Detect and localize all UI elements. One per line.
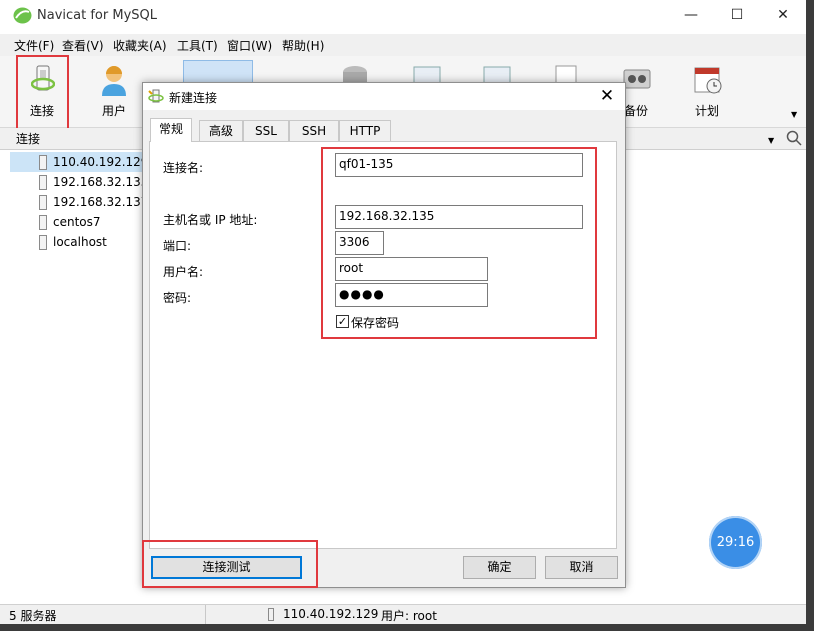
schedule-tool-button[interactable]: 计划: [677, 58, 737, 124]
tree-item-label: 192.168.32.137: [53, 195, 149, 209]
search-icon[interactable]: [786, 130, 802, 146]
status-user: 用户: root: [381, 609, 437, 623]
tree-item[interactable]: 192.168.32.135: [10, 172, 148, 192]
tab-ssh[interactable]: SSH: [289, 120, 339, 142]
desktop-edge: [806, 0, 814, 631]
window-icon: [413, 66, 441, 85]
query-tool-button[interactable]: [552, 64, 582, 85]
status-bar: 5 服务器 110.40.192.129 用户: root: [0, 604, 806, 625]
general-tab-panel: 连接名: qf01-135 主机名或 IP 地址: 192.168.32.135…: [149, 141, 617, 549]
server-icon: [39, 235, 47, 250]
cancel-button[interactable]: 取消: [545, 556, 618, 579]
database-icon: [343, 66, 367, 84]
new-connection-dialog: 新建连接 ✕ 常规 高级 SSL SSH HTTP 连接名: qf01-135 …: [142, 82, 626, 588]
maximize-button[interactable]: ☐: [714, 0, 760, 31]
tree-item[interactable]: centos7: [10, 212, 144, 232]
desktop-edge: [0, 624, 814, 631]
ok-button[interactable]: 确定: [463, 556, 536, 579]
tree-item-label: localhost: [53, 235, 107, 249]
table-tool-button[interactable]: [183, 60, 253, 84]
function-tool-button[interactable]: [412, 64, 442, 85]
dialog-title: 新建连接: [169, 91, 218, 105]
schedule-icon: [694, 67, 722, 94]
connection-tree: 110.40.192.129 192.168.32.135 192.168.32…: [10, 150, 148, 602]
username-label: 用户名:: [163, 265, 204, 279]
tree-item[interactable]: 192.168.32.137: [10, 192, 148, 212]
status-divider: [205, 605, 206, 625]
dialog-close-button[interactable]: ✕: [595, 85, 619, 107]
tree-item-label: centos7: [53, 215, 101, 229]
server-icon: [39, 195, 47, 210]
backup-icon: [623, 69, 651, 89]
conn-name-label: 连接名:: [163, 161, 204, 175]
tab-ssl[interactable]: SSL: [243, 120, 289, 142]
toolbar-more-icon[interactable]: ▼: [791, 110, 797, 119]
server-icon: [39, 175, 47, 190]
user-tool-label: 用户: [101, 104, 126, 118]
minimize-button[interactable]: —: [668, 0, 714, 31]
host-label: 主机名或 IP 地址:: [163, 213, 258, 227]
schedule-tool-label: 计划: [694, 104, 719, 118]
server-icon: [268, 608, 274, 621]
server-count: 5 服务器: [9, 609, 57, 623]
title-bar: Navicat for MySQL — ☐ ✕: [0, 0, 806, 32]
server-icon: [39, 155, 47, 170]
tab-http[interactable]: HTTP: [339, 120, 391, 142]
grid-icon: [483, 66, 511, 85]
filter-dropdown-icon[interactable]: ▼: [768, 136, 774, 145]
password-label: 密码:: [163, 291, 192, 305]
event-tool-button[interactable]: [482, 64, 512, 85]
tab-general[interactable]: 常规: [150, 118, 192, 142]
timer-badge[interactable]: 29:16: [709, 516, 762, 569]
tab-advanced[interactable]: 高级: [199, 120, 243, 142]
port-label: 端口:: [163, 239, 192, 253]
server-icon: [39, 215, 47, 230]
menu-file[interactable]: 文件(F): [14, 37, 54, 54]
menu-view[interactable]: 查看(V): [62, 37, 104, 54]
connect-highlight-box: [16, 55, 69, 132]
tree-item-label: 192.168.32.135: [53, 175, 149, 189]
tree-item[interactable]: localhost: [10, 232, 144, 252]
menu-tools[interactable]: 工具(T): [177, 37, 218, 54]
report-icon: [555, 65, 577, 85]
new-connection-icon: [148, 89, 164, 103]
tree-item-label: 110.40.192.129: [53, 155, 149, 169]
view-tool-button[interactable]: [340, 64, 370, 84]
connections-header-label: 连接: [16, 132, 41, 146]
navicat-logo-icon: [13, 7, 32, 24]
fields-highlight-box: [321, 147, 597, 339]
menu-favorites[interactable]: 收藏夹(A): [113, 37, 167, 54]
user-tool-button[interactable]: 用户: [84, 58, 144, 124]
user-icon: [102, 66, 126, 96]
menu-window[interactable]: 窗口(W): [227, 37, 272, 54]
test-highlight-box: [142, 540, 318, 588]
app-title: Navicat for MySQL: [37, 8, 157, 23]
tree-item[interactable]: 110.40.192.129: [10, 152, 148, 172]
close-button[interactable]: ✕: [760, 0, 806, 31]
dialog-title-bar: 新建连接 ✕: [143, 83, 625, 110]
status-server: 110.40.192.129: [283, 607, 379, 621]
menu-help[interactable]: 帮助(H): [282, 37, 324, 54]
